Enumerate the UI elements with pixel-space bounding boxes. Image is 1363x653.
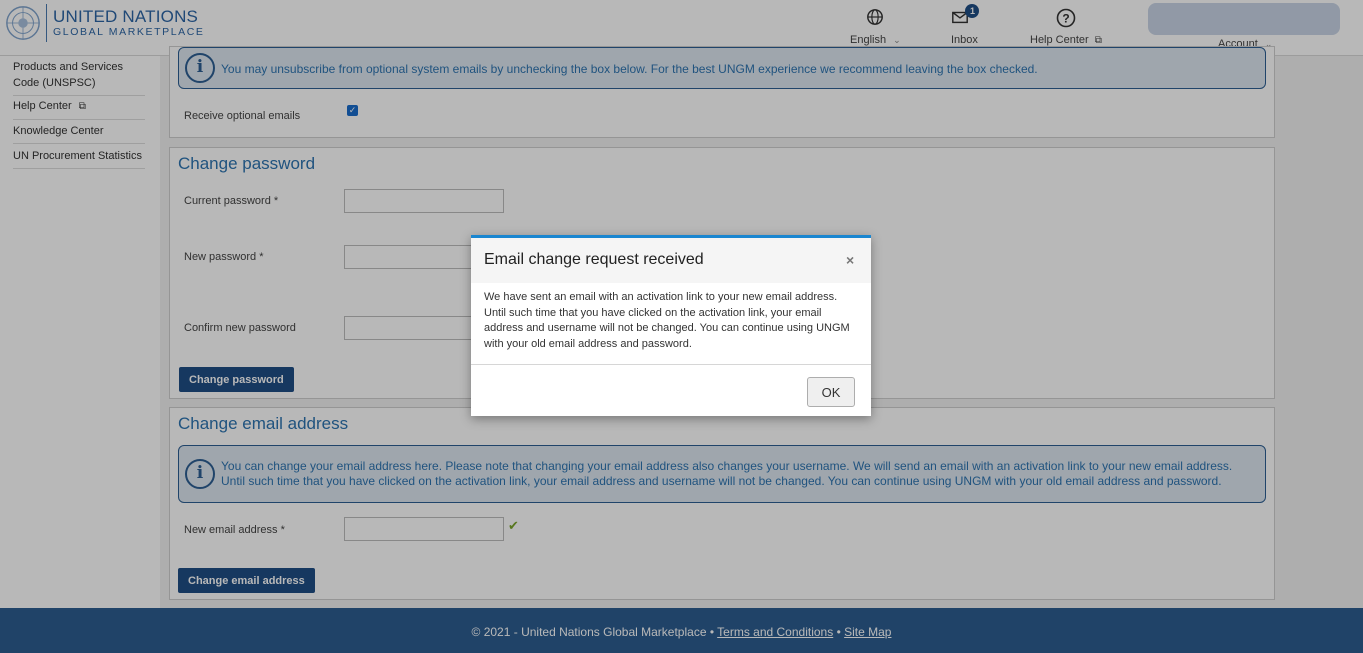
modal-header: Email change request received ×	[471, 238, 871, 283]
modal-title: Email change request received	[484, 251, 704, 268]
ok-button[interactable]: OK	[807, 377, 855, 407]
modal-divider	[471, 364, 871, 365]
modal-body-text: We have sent an email with an activation…	[484, 291, 850, 350]
close-icon[interactable]: ×	[846, 252, 854, 268]
email-change-modal: Email change request received × We have …	[471, 235, 871, 416]
